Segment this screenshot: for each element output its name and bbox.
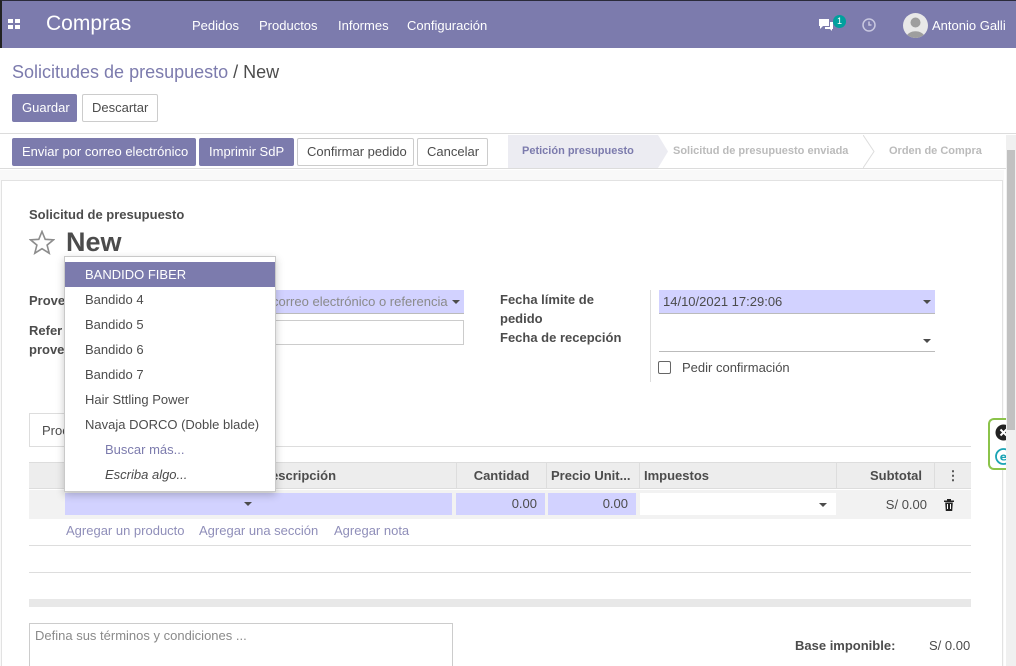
breadcrumb-separator: / xyxy=(228,62,244,82)
type-something-hint: Escriba algo... xyxy=(105,467,188,482)
line-subtotal: S/ 0.00 xyxy=(885,497,927,512)
breadcrumb-parent[interactable]: Solicitudes de presupuesto xyxy=(12,62,228,82)
tab-products[interactable]: Proc xyxy=(29,413,69,447)
vendor-placeholder: correo electrónico o referencia xyxy=(272,294,448,309)
add-note-link[interactable]: Agregar nota xyxy=(334,523,409,538)
search-more-link[interactable]: Buscar más... xyxy=(65,437,275,462)
column-taxes[interactable]: Impuestos xyxy=(639,463,836,489)
column-subtotal[interactable]: Subtotal xyxy=(836,463,934,489)
cancel-button[interactable]: Cancelar xyxy=(417,138,488,166)
status-step-purchase-order[interactable]: Orden de Compra xyxy=(889,135,1016,168)
menu-pedidos[interactable]: Pedidos xyxy=(192,18,239,33)
status-step-rfq[interactable]: Petición presupuesto xyxy=(508,135,658,168)
vendor-ref-label-2: prove xyxy=(29,342,65,357)
chat-count-badge: 1 xyxy=(833,15,847,28)
deadline-input[interactable]: 14/10/2021 17:29:06 xyxy=(659,290,935,314)
deadline-label: Fecha límite de xyxy=(500,292,594,307)
dropdown-option[interactable]: Bandido 6 xyxy=(65,337,275,362)
vendor-label: Prove xyxy=(29,293,66,308)
confirm-order-button[interactable]: Confirmar pedido xyxy=(297,138,414,166)
menu-configuracion[interactable]: Configuración xyxy=(407,18,487,33)
user-name[interactable]: Antonio Galli xyxy=(932,18,1006,33)
line-description-input[interactable] xyxy=(260,493,452,515)
receipt-label: Fecha de recepción xyxy=(500,330,622,345)
base-amount-label: Base imponible: xyxy=(795,638,896,653)
line-taxes-input[interactable] xyxy=(640,493,836,515)
divider xyxy=(0,168,1016,169)
dropdown-option[interactable]: Bandido 4 xyxy=(65,287,275,312)
ask-confirmation-label: Pedir confirmación xyxy=(682,360,790,375)
dropdown-option[interactable]: Hair Sttling Power xyxy=(65,387,275,412)
status-arrow-icon xyxy=(658,135,668,168)
product-autocomplete-dropdown: BANDIDO FIBER Bandido 4 Bandido 5 Bandid… xyxy=(64,256,276,492)
scrollbar[interactable] xyxy=(1006,135,1016,666)
table-divider xyxy=(29,572,971,573)
apps-menu-icon[interactable] xyxy=(8,19,20,29)
table-row: 0.00 0.00 S/ 0.00 xyxy=(29,490,971,519)
top-navbar: Compras Pedidos Productos Informes Confi… xyxy=(0,0,1016,48)
vendor-ref-input[interactable] xyxy=(268,320,464,345)
chat-icon[interactable] xyxy=(818,18,834,32)
menu-productos[interactable]: Productos xyxy=(259,18,318,33)
table-footer-bar xyxy=(29,599,971,607)
status-arrow-icon xyxy=(863,135,875,168)
column-quantity[interactable]: Cantidad xyxy=(456,463,546,489)
user-avatar[interactable] xyxy=(903,13,928,38)
dropdown-option[interactable]: Navaja DORCO (Doble blade) xyxy=(65,412,275,437)
column-unit-price[interactable]: Precio Unit... xyxy=(546,463,639,489)
taxes-caret-icon[interactable] xyxy=(819,503,827,507)
status-step-sent[interactable]: Solicitud de presupuesto enviada xyxy=(673,135,873,168)
clock-icon[interactable] xyxy=(862,18,876,32)
terms-placeholder: Defina sus términos y condiciones ... xyxy=(35,628,247,643)
status-bar: Petición presupuesto Solicitud de presup… xyxy=(508,135,1016,168)
table-divider xyxy=(29,545,971,546)
breadcrumb: Solicitudes de presupuesto / New xyxy=(12,62,279,83)
scrollbar-thumb[interactable] xyxy=(1007,150,1015,430)
ask-confirmation-checkbox[interactable] xyxy=(658,361,671,374)
dropdown-option[interactable]: BANDIDO FIBER xyxy=(65,262,275,287)
print-rfq-button[interactable]: Imprimir SdP xyxy=(199,138,294,166)
column-options-icon[interactable]: ⋮ xyxy=(934,463,971,489)
save-button[interactable]: Guardar xyxy=(12,94,77,122)
app-title: Compras xyxy=(46,12,132,35)
divider xyxy=(0,133,1016,134)
star-icon[interactable] xyxy=(29,230,55,255)
terms-textarea[interactable]: Defina sus términos y condiciones ... xyxy=(29,623,453,666)
product-caret-icon[interactable] xyxy=(244,502,252,506)
add-section-link[interactable]: Agregar una sección xyxy=(199,523,318,538)
receipt-caret-icon[interactable] xyxy=(923,339,931,343)
breadcrumb-current: New xyxy=(243,62,280,82)
line-price-input[interactable]: 0.00 xyxy=(548,493,636,515)
dropdown-option[interactable]: Bandido 5 xyxy=(65,312,275,337)
send-email-button[interactable]: Enviar por correo electrónico xyxy=(12,138,196,166)
discard-button[interactable]: Descartar xyxy=(82,94,158,122)
vendor-input[interactable]: correo electrónico o referencia xyxy=(268,290,464,314)
line-quantity-input[interactable]: 0.00 xyxy=(456,493,545,515)
base-amount-value: S/ 0.00 xyxy=(929,638,971,653)
vendor-caret-icon[interactable] xyxy=(452,300,460,304)
field-divider xyxy=(650,290,651,382)
doc-type-label: Solicitud de presupuesto xyxy=(29,207,185,222)
column-description[interactable]: escripción xyxy=(266,463,456,489)
trash-icon[interactable] xyxy=(944,499,954,511)
deadline-caret-icon[interactable] xyxy=(923,300,931,304)
vendor-ref-label: Refer xyxy=(29,323,63,338)
add-product-link[interactable]: Agregar un producto xyxy=(66,523,185,538)
menu-informes[interactable]: Informes xyxy=(338,18,389,33)
record-title: New xyxy=(66,227,122,257)
receipt-input[interactable] xyxy=(659,328,935,352)
line-product-input[interactable] xyxy=(65,493,287,515)
dropdown-option[interactable]: Bandido 7 xyxy=(65,362,275,387)
deadline-label-2: pedido xyxy=(500,311,543,326)
